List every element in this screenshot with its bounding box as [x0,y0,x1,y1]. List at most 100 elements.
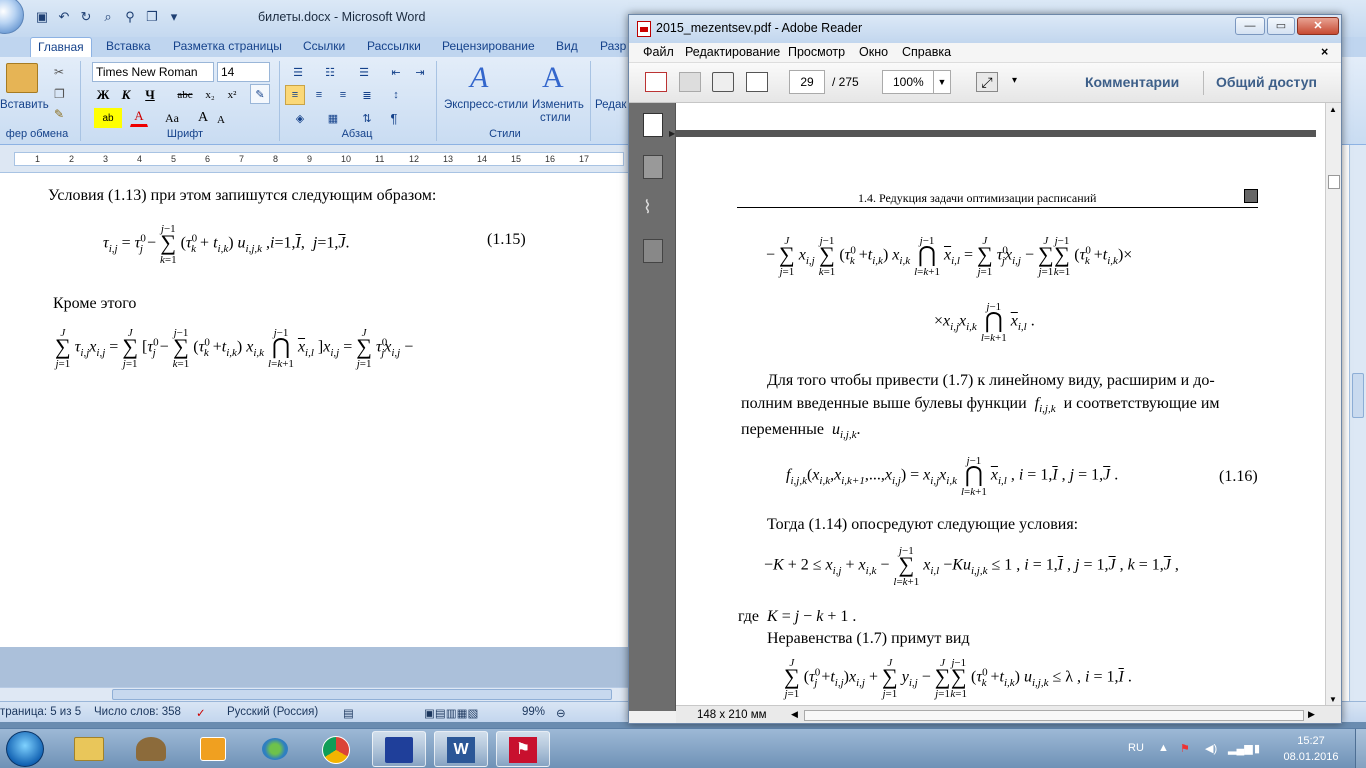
pdf-vscroll-thumb[interactable] [1328,175,1340,189]
zoom-input[interactable]: 100% [882,70,934,94]
word-vertical-scrollbar[interactable] [1349,145,1366,701]
superscript-button[interactable]: x² [223,85,241,105]
tray-clock[interactable]: 15:27 08.01.2016 [1280,733,1342,765]
word-vscroll-thumb[interactable] [1352,373,1364,418]
start-button[interactable] [6,731,44,767]
tab-references[interactable]: Ссылки [303,39,345,53]
editing-group-label[interactable]: Редак [595,99,626,111]
macro-record-icon[interactable]: ▤ [343,706,354,720]
horizontal-ruler[interactable]: 1 2 3 4 5 6 7 8 9 10 11 12 13 14 15 16 17 [0,145,628,173]
close-button[interactable]: ✕ [1297,17,1339,35]
expand-pane-icon[interactable]: ▶ [669,129,675,138]
create-pdf-icon[interactable] [645,72,667,92]
menu-help[interactable]: Справка [902,45,951,59]
zoom-out-icon[interactable]: ⊖ [556,706,566,720]
font-name-combo[interactable]: Times New Roman [92,62,214,82]
attachments-icon[interactable]: ⌇ [643,197,663,221]
increase-indent-icon[interactable]: ⇥ [410,62,430,82]
scroll-down-icon[interactable]: ▼ [1329,695,1337,704]
shading-icon[interactable]: ◈ [287,108,313,128]
font-color-icon[interactable]: A [130,107,148,127]
status-words[interactable]: Число слов: 358 [94,706,181,718]
minimize-button[interactable]: — [1235,17,1265,35]
tab-review[interactable]: Рецензирование [442,39,535,53]
zoom-dropdown-icon[interactable]: ▼ [933,70,951,94]
save-icon[interactable]: ▣ [34,9,50,25]
sort-icon[interactable]: ⇅ [357,108,377,128]
menu-view[interactable]: Просмотр [788,45,845,59]
print-preview-icon[interactable]: ⌕ [100,9,116,25]
office-button[interactable] [0,0,24,34]
close-document-icon[interactable]: × [1321,45,1328,59]
subscript-button[interactable]: x₂ [201,85,219,105]
show-desktop-button[interactable] [1355,729,1366,768]
taskbar-media-icon[interactable] [186,731,240,767]
tab-view[interactable]: Вид [556,39,578,53]
tab-page-layout[interactable]: Разметка страницы [173,39,282,53]
bullets-icon[interactable]: ☰ [286,62,310,82]
tab-developer[interactable]: Разр [600,39,626,53]
taskbar-explorer-icon[interactable] [62,731,116,767]
toolbar-more-icon[interactable]: ▾ [1012,75,1017,86]
scroll-up-icon[interactable]: ▲ [1329,105,1337,114]
show-marks-button[interactable]: ¶ [384,108,404,128]
copy-icon[interactable]: ❐ [54,87,65,101]
save-icon[interactable] [679,72,701,92]
print-icon[interactable] [712,72,734,92]
clear-format-icon[interactable]: ✎ [250,84,270,104]
customize-qat-icon[interactable]: ▾ [166,9,182,25]
change-styles-label-2[interactable]: стили [540,112,571,124]
page-thumbnails-icon[interactable] [643,113,663,137]
menu-file[interactable]: Файл [643,45,674,59]
tray-expand-icon[interactable]: ▲ [1158,742,1169,754]
tab-home[interactable]: Главная [30,37,92,58]
spellcheck-icon[interactable]: ✓ [196,706,206,720]
change-styles-icon[interactable]: A [542,61,564,95]
align-right-icon[interactable]: ≡ [333,85,353,105]
document-page[interactable]: Условия (1.13) при этом запишутся следую… [0,173,628,647]
shrink-font-button[interactable]: A [214,110,228,130]
pdf-hscroll-thumb[interactable] [804,710,1304,721]
paste-icon[interactable] [6,63,38,93]
pdf-document-view[interactable]: 1.4. Редукция задачи оптимизации расписа… [676,103,1325,711]
signatures-icon[interactable] [643,239,663,263]
status-page[interactable]: траница: 5 из 5 [0,706,81,718]
hscroll-right-icon[interactable]: ▶ [1308,709,1315,720]
taskbar-reader-icon[interactable]: ⚑ [496,731,550,767]
quick-styles-icon[interactable]: A [470,61,488,95]
line-spacing-icon[interactable]: ↕ [383,85,409,105]
undo-icon[interactable]: ↶ [56,9,72,25]
bold-button[interactable]: Ж [94,85,112,105]
maximize-button[interactable]: ▭ [1267,17,1295,35]
cut-icon[interactable]: ✂ [54,65,64,79]
change-styles-label-1[interactable]: Изменить [532,99,584,111]
taskbar-network-icon[interactable] [248,731,302,767]
change-case-button[interactable]: Aa [160,108,184,128]
grow-font-button[interactable]: A [195,108,211,128]
taskbar-games-icon[interactable] [124,731,178,767]
strikethrough-button[interactable]: abc [172,85,198,105]
underline-button[interactable]: Ч [140,85,160,105]
align-center-icon[interactable]: ≡ [309,85,329,105]
copy-format-icon[interactable]: ❐ [144,9,160,25]
taskbar-save-icon[interactable] [372,731,426,767]
redo-icon[interactable]: ↻ [78,9,94,25]
word-horizontal-scrollbar[interactable] [0,687,628,701]
borders-icon[interactable]: ▦ [320,108,346,128]
tab-mailings[interactable]: Рассылки [367,39,421,53]
taskbar-word-icon[interactable]: W [434,731,488,767]
tray-signal-icon[interactable]: ▂▄▆ [1228,742,1253,755]
bookmarks-icon[interactable] [643,155,663,179]
comments-button[interactable]: Комментарии [1085,74,1179,90]
menu-window[interactable]: Окно [859,45,888,59]
hscroll-left-icon[interactable]: ◀ [791,709,798,720]
format-painter-icon[interactable]: ✎ [54,107,64,121]
status-language[interactable]: Русский (Россия) [227,706,318,718]
view-buttons-icon[interactable]: ▣▤▥▦▧ [424,706,478,720]
align-left-icon[interactable]: ≡ [285,85,305,105]
tray-volume-icon[interactable]: ◀) [1205,742,1217,755]
highlight-icon[interactable]: ab [94,108,122,128]
tab-insert[interactable]: Вставка [106,39,151,53]
quick-styles-label[interactable]: Экспресс-стили [444,99,528,111]
justify-icon[interactable]: ≣ [357,85,377,105]
